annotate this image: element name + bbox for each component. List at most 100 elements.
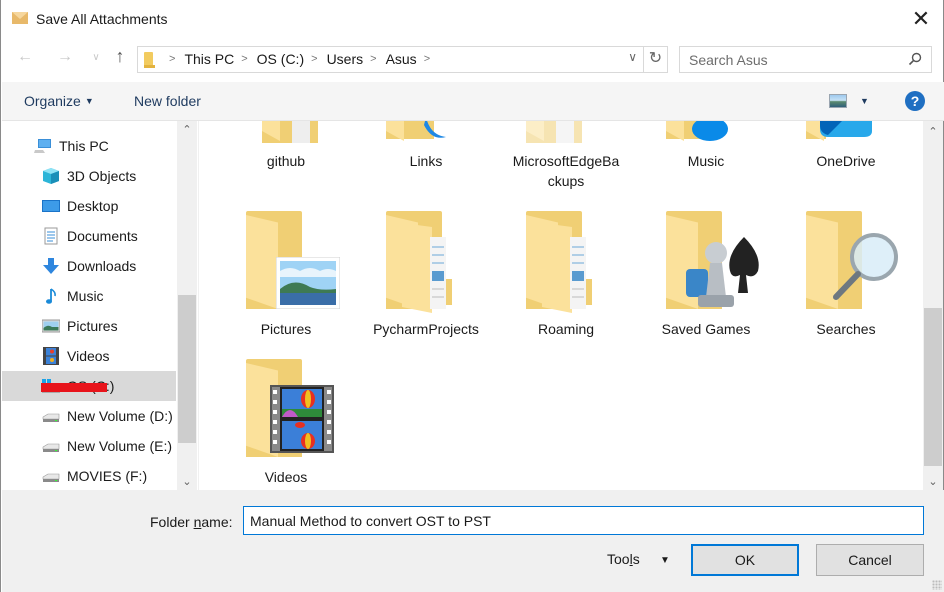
sidebar-item-label: New Volume (D:): [67, 408, 173, 424]
label-text: Folder: [150, 514, 194, 530]
scroll-up-arrow[interactable]: ⌃: [177, 123, 197, 136]
document-icon: [44, 227, 58, 245]
sidebar-item-pictures[interactable]: Pictures: [2, 311, 176, 341]
close-button[interactable]: ✕: [905, 5, 937, 33]
folder-label: Links: [409, 153, 443, 169]
sidebar-item-label: Pictures: [67, 318, 118, 334]
chevron-right-icon[interactable]: >: [311, 53, 317, 65]
picture-icon: [42, 319, 60, 333]
folder-item-microsoftedgebackups-label[interactable]: MicrosoftEdgeBa ckups: [496, 121, 636, 201]
folder-document-icon: [402, 223, 452, 313]
folder-item-links[interactable]: Links: [356, 121, 496, 201]
chevron-right-icon[interactable]: >: [370, 53, 376, 65]
folder-label: github: [266, 153, 306, 169]
music-note-icon: [46, 288, 56, 304]
scroll-down-arrow[interactable]: ⌄: [177, 475, 197, 488]
folder-name-input[interactable]: [243, 506, 924, 535]
cancel-button[interactable]: Cancel: [816, 544, 924, 576]
sidebar-item-documents[interactable]: Documents: [2, 221, 176, 251]
sidebar-item-new-volume-d[interactable]: New Volume (D:): [2, 401, 176, 431]
forward-button[interactable]: →: [53, 48, 77, 66]
help-button[interactable]: ?: [905, 91, 925, 111]
scrollbar-thumb[interactable]: [178, 295, 196, 443]
sidebar-item-label: This PC: [59, 138, 109, 154]
sidebar-item-label: Documents: [67, 228, 138, 244]
sidebar-item-label: New Volume (E:): [67, 438, 173, 454]
breadcrumb-os-c[interactable]: OS (C:): [257, 51, 304, 67]
title-bar: Save All Attachments ✕: [1, 0, 943, 38]
folder-item-music[interactable]: Music: [636, 121, 776, 201]
address-history-dropdown[interactable]: ∨: [628, 50, 637, 64]
breadcrumb-this-pc[interactable]: This PC: [184, 51, 234, 67]
scroll-up-arrow[interactable]: ⌃: [923, 125, 943, 138]
folder-item-roaming[interactable]: Roaming: [496, 209, 636, 349]
folder-label-line1: MicrosoftEdgeBa: [512, 153, 620, 169]
chevron-right-icon[interactable]: >: [169, 53, 175, 65]
magnifier-icon: [833, 233, 898, 300]
ok-button[interactable]: OK: [691, 544, 799, 576]
caret-down-icon[interactable]: ▼: [660, 555, 670, 566]
search-placeholder: Search Asus: [689, 52, 768, 68]
sidebar-item-label: Desktop: [67, 198, 119, 214]
back-button[interactable]: ←: [13, 48, 37, 66]
folder-item-onedrive[interactable]: OneDrive: [776, 121, 916, 201]
sidebar-item-3d-objects[interactable]: 3D Objects: [2, 161, 176, 191]
folder-item-saved-games[interactable]: Saved Games: [636, 209, 776, 349]
save-all-attachments-dialog: Save All Attachments ✕ ← → ∨ ↑ > This PC…: [0, 0, 944, 592]
refresh-button[interactable]: ↻: [643, 47, 667, 72]
navigation-bar: ← → ∨ ↑ > This PC > OS (C:) > Users > As…: [1, 42, 943, 76]
cube-icon: [43, 168, 59, 184]
search-icon[interactable]: [908, 52, 922, 66]
games-icon: [686, 237, 759, 307]
sidebar-item-music[interactable]: Music: [2, 281, 176, 311]
scroll-down-arrow[interactable]: ⌄: [923, 475, 943, 488]
sidebar-item-label: Downloads: [67, 258, 137, 274]
sidebar-item-os-c[interactable]: OS (C:): [2, 371, 176, 401]
folder-name-label: Folder name:: [150, 514, 233, 530]
folder-document-icon: [542, 223, 592, 313]
folder-item-pictures[interactable]: Pictures: [216, 209, 356, 349]
address-bar[interactable]: > This PC > OS (C:) > Users > Asus > ∨ ↻: [137, 46, 668, 73]
folder-label: OneDrive: [816, 153, 876, 169]
up-button[interactable]: ↑: [108, 46, 132, 67]
folder-item-videos[interactable]: Videos: [216, 357, 356, 490]
view-options-dropdown[interactable]: ▼: [860, 96, 869, 106]
search-input[interactable]: Search Asus: [679, 46, 932, 73]
sidebar-item-this-pc[interactable]: This PC: [2, 131, 176, 161]
folder-label: Searches: [816, 321, 876, 337]
sidebar-item-new-volume-e[interactable]: New Volume (E:): [2, 431, 176, 461]
sidebar-item-downloads[interactable]: Downloads: [2, 251, 176, 281]
navigation-pane-scrollbar[interactable]: ⌃ ⌄: [177, 121, 197, 490]
sidebar-item-videos[interactable]: Videos: [2, 341, 176, 371]
sidebar-item-desktop[interactable]: Desktop: [2, 191, 176, 221]
folder-view: github Links MicrosoftEdgeBa ckups Music…: [199, 121, 923, 490]
chevron-right-icon[interactable]: >: [424, 53, 430, 65]
folder-label: Music: [687, 153, 725, 169]
command-bar: Organize ▼ New folder ▼ ?: [2, 82, 944, 121]
organize-label: Organize: [24, 93, 81, 109]
resize-grip[interactable]: [932, 580, 942, 590]
folder-item-github[interactable]: github: [216, 121, 356, 201]
organize-menu-button[interactable]: Organize ▼: [24, 93, 94, 109]
folder-label: PycharmProjects: [373, 321, 479, 337]
desktop-icon: [42, 200, 60, 212]
tools-menu-button[interactable]: Tools: [607, 551, 640, 567]
folder-item-searches[interactable]: Searches: [776, 209, 916, 349]
scrollbar-thumb[interactable]: [924, 308, 942, 466]
folder-document-icon: [262, 121, 318, 143]
folder-item-pycharmprojects[interactable]: PycharmProjects: [356, 209, 496, 349]
sidebar-item-label: OS (C:): [41, 378, 114, 394]
film-icon: [270, 385, 334, 453]
breadcrumb-users[interactable]: Users: [327, 51, 364, 67]
folder-link-icon: [386, 121, 446, 141]
folder-label: Roaming: [537, 321, 595, 337]
drive-icon: [42, 473, 60, 482]
folder-view-scrollbar[interactable]: ⌃ ⌄: [923, 121, 943, 490]
sidebar-item-movies-f[interactable]: MOVIES (F:): [2, 461, 176, 490]
breadcrumb-asus[interactable]: Asus: [386, 51, 417, 67]
recent-locations-button[interactable]: ∨: [84, 52, 108, 63]
folder-label: Pictures: [260, 321, 312, 337]
new-folder-button[interactable]: New folder: [134, 93, 201, 109]
change-view-icon[interactable]: [829, 94, 847, 108]
chevron-right-icon[interactable]: >: [241, 53, 247, 65]
